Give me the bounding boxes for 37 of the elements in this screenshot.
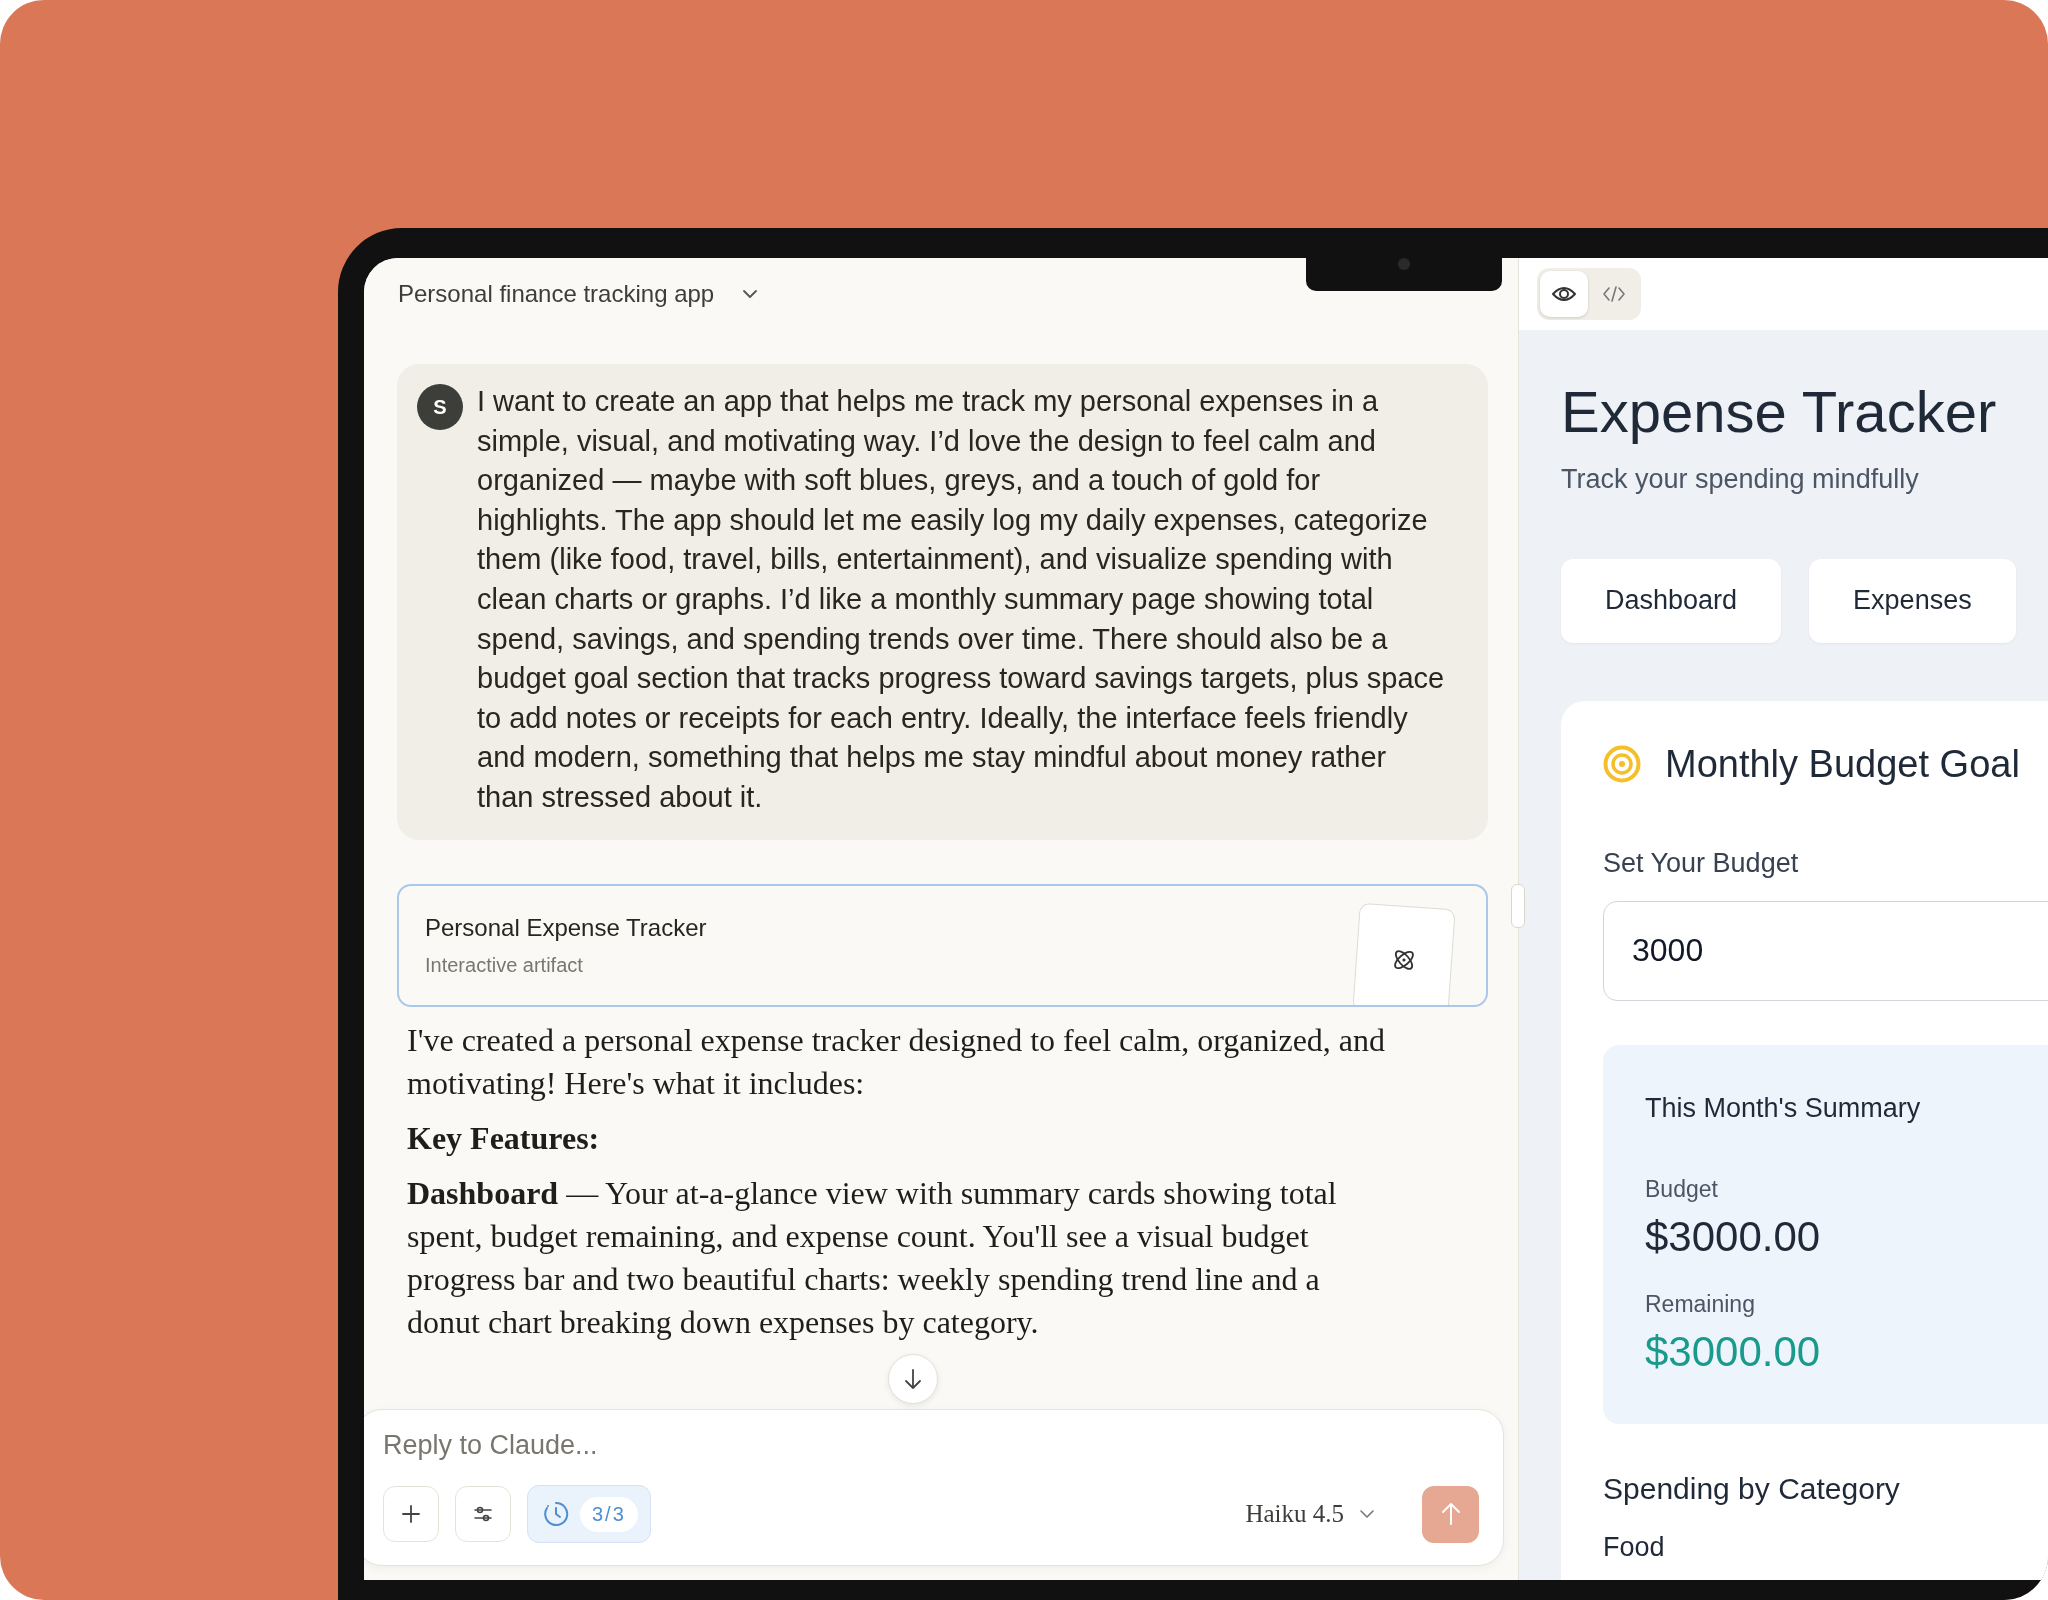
artifact-title: Personal Expense Tracker — [425, 913, 708, 942]
artifact-card[interactable]: Personal Expense Tracker Interactive artifact — [397, 883, 1488, 1007]
target-icon — [1603, 745, 1641, 784]
nav-tab[interactable]: Dashboard — [1561, 558, 1782, 643]
user-message-text: I want to create an app that helps me track my personal expenses in a simple, visual, and motivating way. I’d love the design to feel calm and organized — maybe with soft blues, greys, and a touch of gold for highlights. The app should let me easily log my daily expenses, categorize them (like food, travel, bills, entertainment), and visualize spending with clean charts or graphs. I’d like a monthly summary page showing total spend, savings, and spending trends over time. There should also be a budget goal section that tracks progress toward savings targets, plus space to add notes or receipts for each entry. Ideally, the interface feels friendly and modern, something that helps me stay mindful about money rather than stressed about it. — [477, 384, 1446, 815]
settings-button[interactable] — [455, 1486, 511, 1542]
summary-title: This Month's Summary — [1645, 1092, 1922, 1124]
code-icon — [1602, 284, 1626, 304]
field-label: Set Your Budget — [1603, 847, 1800, 879]
artifact-subtitle: Interactive artifact — [425, 953, 584, 977]
conversation-title[interactable]: Personal finance tracking app — [398, 280, 715, 308]
eye-icon — [1551, 284, 1577, 304]
card-title: Monthly Budget Goal — [1665, 742, 2020, 786]
nav-tab[interactable]: Expenses — [1809, 558, 2016, 643]
reply-input[interactable]: Reply to Claude... — [383, 1430, 1479, 1461]
clock-icon — [542, 1500, 570, 1528]
add-button[interactable] — [383, 1486, 439, 1542]
view-button[interactable] — [1540, 271, 1588, 317]
model-selector[interactable]: Haiku 4.5 — [1245, 1500, 1376, 1528]
arrow-down-icon — [902, 1367, 924, 1391]
summary-value: $3000.00 — [1645, 1212, 1822, 1261]
app-subtitle: Track your spending mindfully — [1561, 463, 1920, 495]
user-avatar: S — [417, 384, 463, 430]
app-title: Expense Tracker — [1561, 380, 1998, 444]
category-label: Food — [1603, 1531, 1666, 1563]
budget-input[interactable]: 3000 — [1603, 900, 2048, 1001]
plus-icon — [400, 1503, 422, 1525]
summary-label: Remaining — [1645, 1290, 1756, 1318]
scroll-down-button[interactable] — [888, 1354, 938, 1404]
section-title: Spending by Category — [1603, 1471, 1901, 1506]
response-heading: Key Features: — [407, 1118, 601, 1158]
response-paragraph: I've created a personal expense tracker designed to feel calm, organized, and motivating! Here's what it includes: — [407, 1020, 1387, 1103]
usage-counter: 3/3 — [580, 1496, 638, 1532]
summary-label: Budget — [1645, 1175, 1719, 1203]
summary-value: $3000.00 — [1645, 1327, 1822, 1376]
resize-handle[interactable] — [1511, 884, 1525, 928]
response-paragraph: Dashboard — Your at-a-glance view with summary cards showing total spent, budget remaining, and expense count. You'll see a visual budget progress bar and two beautiful charts: weekly spending trend line and a donut chart breaking down expenses by category. — [407, 1173, 1338, 1342]
